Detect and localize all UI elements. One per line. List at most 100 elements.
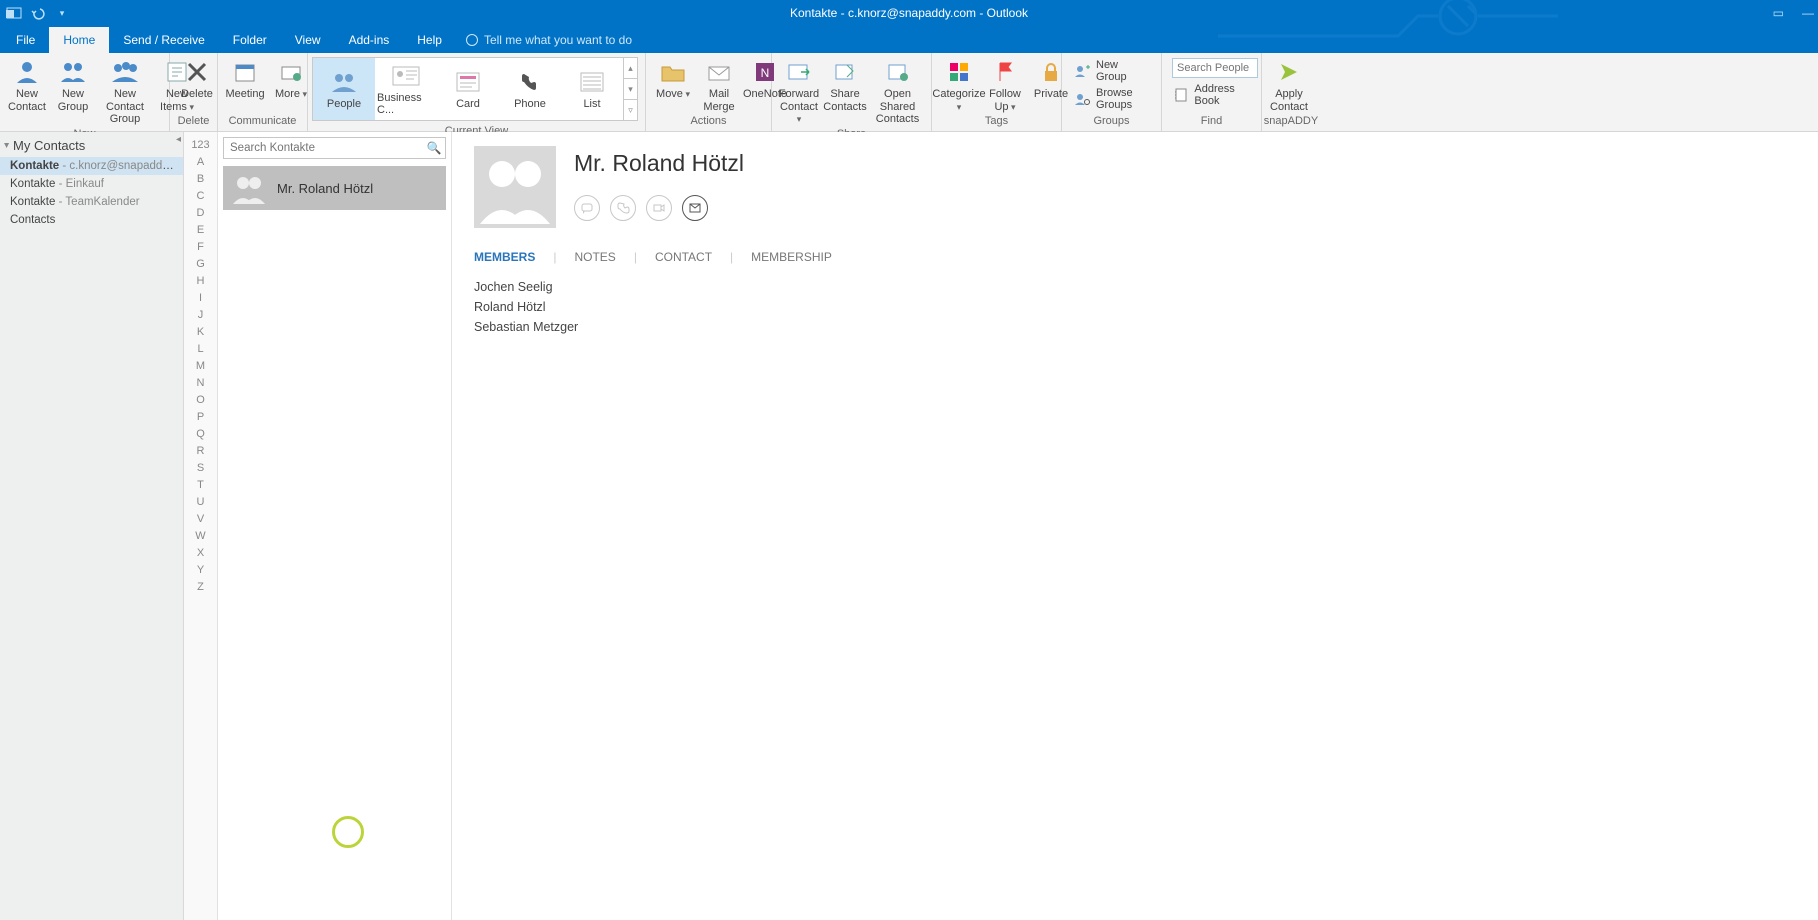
alpha-index-r[interactable]: R: [184, 442, 217, 459]
ribbon-display-options-icon[interactable]: ▭: [1773, 6, 1784, 20]
contact-list-pane: 🔍 Mr. Roland Hötzl: [218, 132, 452, 920]
alpha-index-h[interactable]: H: [184, 272, 217, 289]
alpha-index-o[interactable]: O: [184, 391, 217, 408]
tab-members[interactable]: MEMBERS: [474, 250, 535, 266]
gallery-more[interactable]: ▿: [624, 100, 637, 120]
view-people[interactable]: People: [313, 58, 375, 120]
alpha-index-k[interactable]: K: [184, 323, 217, 340]
group-label-delete: Delete: [170, 115, 217, 131]
qat-customize-icon[interactable]: ▾: [54, 5, 70, 21]
alpha-index-j[interactable]: J: [184, 306, 217, 323]
alpha-index-x[interactable]: X: [184, 544, 217, 561]
minimize-icon[interactable]: —: [1802, 6, 1814, 20]
contact-list-item[interactable]: Mr. Roland Hötzl: [223, 166, 446, 210]
undo-icon[interactable]: [30, 5, 46, 21]
share-contacts-button[interactable]: Share Contacts: [822, 55, 868, 115]
view-business-card[interactable]: Business C...: [375, 58, 437, 120]
alpha-index-v[interactable]: V: [184, 510, 217, 527]
nav-folder-item[interactable]: Kontakte - Einkauf: [0, 175, 183, 193]
alpha-index-u[interactable]: U: [184, 493, 217, 510]
new-group-button[interactable]: New Group: [50, 55, 96, 115]
alpha-index-q[interactable]: Q: [184, 425, 217, 442]
collapse-nav-icon[interactable]: ◂: [176, 134, 181, 145]
alpha-index-w[interactable]: W: [184, 527, 217, 544]
tab-folder[interactable]: Folder: [219, 27, 281, 53]
open-shared-icon: [882, 57, 914, 87]
tab-help[interactable]: Help: [403, 27, 456, 53]
view-phone[interactable]: Phone: [499, 58, 561, 120]
alpha-index-z[interactable]: Z: [184, 578, 217, 595]
alpha-index-i[interactable]: I: [184, 289, 217, 306]
gallery-scroll-up[interactable]: ▴: [624, 58, 637, 79]
tab-send-receive[interactable]: Send / Receive: [109, 27, 218, 53]
alpha-index-c[interactable]: C: [184, 187, 217, 204]
view-card[interactable]: Card: [437, 58, 499, 120]
call-action-icon[interactable]: [610, 195, 636, 221]
alpha-index-n[interactable]: N: [184, 374, 217, 391]
delete-button[interactable]: Delete: [174, 55, 220, 103]
alpha-index-123[interactable]: 123: [184, 136, 217, 153]
people-search-icon: [1074, 91, 1090, 107]
alpha-index-s[interactable]: S: [184, 459, 217, 476]
nav-header[interactable]: My Contacts: [0, 132, 183, 157]
search-people-box[interactable]: [1172, 58, 1258, 78]
nav-folder-item[interactable]: Kontakte - TeamKalender: [0, 193, 183, 211]
search-contacts-box[interactable]: 🔍: [223, 137, 446, 159]
alpha-index-d[interactable]: D: [184, 204, 217, 221]
tab-addins[interactable]: Add-ins: [335, 27, 404, 53]
tab-home[interactable]: Home: [49, 27, 109, 53]
categorize-button[interactable]: Categorize: [936, 55, 982, 115]
member-item[interactable]: Sebastian Metzger: [474, 320, 1796, 334]
address-book-link[interactable]: Address Book: [1172, 82, 1258, 108]
current-view-gallery: People Business C... Card Phone: [312, 57, 638, 121]
nav-folder-item[interactable]: Contacts: [0, 211, 183, 229]
people-icon: [57, 57, 89, 87]
search-people-input[interactable]: [1173, 62, 1257, 74]
search-contacts-input[interactable]: [224, 142, 423, 154]
move-folder-icon: [657, 57, 689, 87]
gallery-scroll-down[interactable]: ▾: [624, 79, 637, 100]
nav-folder-item[interactable]: Kontakte - c.knorz@snapaddy.com: [0, 157, 183, 175]
email-action-icon[interactable]: [682, 195, 708, 221]
search-icon[interactable]: 🔍: [423, 141, 445, 155]
follow-up-button[interactable]: Follow Up: [982, 55, 1028, 115]
outlook-icon: [6, 5, 22, 21]
alpha-index-a[interactable]: A: [184, 153, 217, 170]
alpha-index-b[interactable]: B: [184, 170, 217, 187]
contact-avatar-large: [474, 146, 556, 228]
mail-merge-button[interactable]: Mail Merge: [696, 55, 742, 115]
alpha-index-t[interactable]: T: [184, 476, 217, 493]
browse-groups-link[interactable]: Browse Groups: [1072, 86, 1151, 112]
tab-notes[interactable]: NOTES: [574, 250, 615, 266]
alpha-index-m[interactable]: M: [184, 357, 217, 374]
alpha-index-y[interactable]: Y: [184, 561, 217, 578]
apply-contact-button[interactable]: Apply Contact: [1266, 55, 1312, 115]
tell-me-search[interactable]: Tell me what you want to do: [456, 27, 642, 53]
group-label-communicate: Communicate: [218, 115, 307, 131]
alpha-index-p[interactable]: P: [184, 408, 217, 425]
group-label-snapaddy: snapADDY: [1262, 115, 1320, 131]
new-contact-group-button[interactable]: New Contact Group: [96, 55, 154, 128]
meeting-button[interactable]: Meeting: [222, 55, 268, 103]
member-item[interactable]: Roland Hötzl: [474, 300, 1796, 314]
member-item[interactable]: Jochen Seelig: [474, 280, 1796, 294]
new-group-link[interactable]: New Group: [1072, 58, 1151, 84]
new-contact-button[interactable]: New Contact: [4, 55, 50, 115]
alpha-index-g[interactable]: G: [184, 255, 217, 272]
forward-contact-icon: [783, 57, 815, 87]
main-area: ◂ My Contacts Kontakte - c.knorz@snapadd…: [0, 132, 1818, 920]
view-list[interactable]: List: [561, 58, 623, 120]
alpha-index-f[interactable]: F: [184, 238, 217, 255]
alpha-index-l[interactable]: L: [184, 340, 217, 357]
open-shared-contacts-button[interactable]: Open Shared Contacts: [868, 55, 927, 128]
forward-contact-button[interactable]: Forward Contact: [776, 55, 822, 128]
video-action-icon[interactable]: [646, 195, 672, 221]
tab-membership[interactable]: MEMBERSHIP: [751, 250, 832, 266]
tab-file[interactable]: File: [2, 27, 49, 53]
tab-view[interactable]: View: [281, 27, 335, 53]
business-card-icon: [388, 62, 424, 90]
im-action-icon[interactable]: [574, 195, 600, 221]
tab-contact[interactable]: CONTACT: [655, 250, 712, 266]
alpha-index-e[interactable]: E: [184, 221, 217, 238]
move-button[interactable]: Move: [650, 55, 696, 103]
